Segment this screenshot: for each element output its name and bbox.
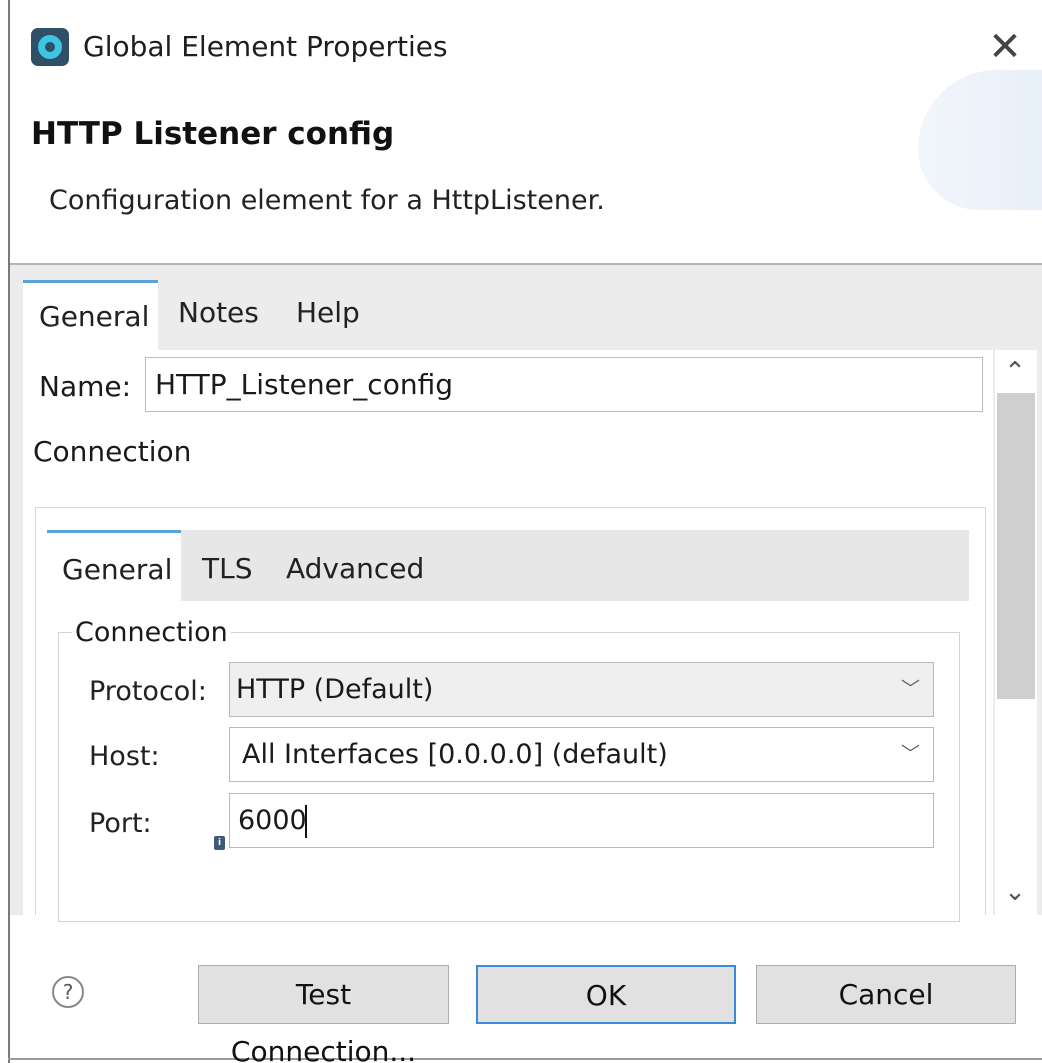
text-cursor [305, 805, 307, 838]
window-bottom-edge [8, 1058, 1042, 1060]
connection-heading: Connection [33, 435, 192, 468]
chevron-down-icon: ﹀ [900, 743, 920, 765]
chevron-down-icon: ﹀ [900, 678, 920, 700]
port-label: Port: [89, 808, 152, 839]
global-element-properties-dialog: Global Element Properties ✕ HTTP Listene… [0, 0, 1042, 1063]
scroll-down-arrow-icon[interactable]: ⌄ [998, 875, 1032, 909]
scroll-up-arrow-icon[interactable]: ⌃ [998, 355, 1032, 389]
protocol-select-value: HTTP (Default) [236, 674, 434, 705]
ok-button[interactable]: OK [476, 965, 736, 1024]
dialog-header-title: HTTP Listener config [31, 116, 395, 152]
name-input[interactable] [145, 357, 983, 412]
protocol-label: Protocol: [89, 676, 207, 707]
connection-tab-advanced[interactable]: Advanced [286, 552, 424, 585]
tab-help[interactable]: Help [296, 296, 360, 329]
port-input[interactable] [229, 793, 934, 848]
mulesoft-studio-icon [31, 28, 69, 66]
close-button[interactable]: ✕ [982, 24, 1028, 70]
info-icon: i [214, 836, 225, 850]
name-label: Name: [39, 370, 132, 403]
connection-tab-general[interactable]: General [47, 530, 181, 601]
host-label: Host: [89, 741, 160, 772]
cancel-button[interactable]: Cancel [756, 965, 1016, 1024]
host-select-value: All Interfaces [0.0.0.0] (default) [242, 739, 668, 770]
test-connection-button[interactable]: Test Connection... [198, 965, 449, 1063]
connection-tab-tls[interactable]: TLS [202, 552, 252, 585]
tab-general[interactable]: General [23, 280, 158, 350]
connection-tab-bar [47, 530, 969, 601]
header-decoration [918, 70, 1042, 210]
window-title: Global Element Properties [83, 30, 448, 63]
tab-notes[interactable]: Notes [178, 296, 259, 329]
scrollbar-thumb[interactable] [997, 393, 1035, 699]
help-icon[interactable]: ? [52, 976, 84, 1008]
protocol-select[interactable]: HTTP (Default) ﹀ [229, 662, 934, 717]
host-select[interactable]: All Interfaces [0.0.0.0] (default) ﹀ [229, 727, 934, 782]
connection-group-legend: Connection [72, 617, 231, 648]
dialog-header-description: Configuration element for a HttpListener… [49, 185, 605, 216]
